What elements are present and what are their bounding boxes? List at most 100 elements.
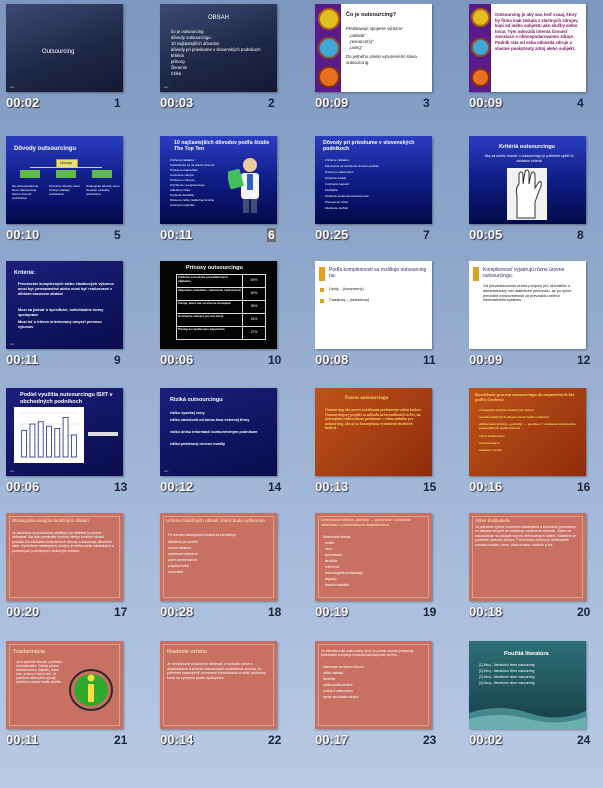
slide-bullet: Zníženie nákladov	[325, 158, 350, 162]
clock-icon	[471, 68, 490, 87]
slide-thumbnail[interactable]: Dôvody pri prieskume v slovenských podni…	[315, 136, 432, 224]
slide-cell[interactable]: Výber dodávateľa Je potrebné vybrať vhod…	[463, 511, 603, 631]
title-accent-bar	[473, 267, 479, 281]
slide-bullet: kvalita	[325, 541, 335, 545]
slide-cell[interactable]: OBSAH čo je outsourcing dôvody outsourci…	[154, 2, 294, 122]
slide-cell[interactable]: Určenie funkčných oblastí, ktoré budú vy…	[154, 511, 294, 631]
slide-bullet: čo je outsourcing	[171, 29, 204, 34]
slide-thumbnail[interactable]: Trasformácia Je to prechod činností z po…	[6, 641, 123, 729]
slide-thumbnail[interactable]: Kritériá: Prenesenie komplexných alebo č…	[6, 261, 123, 349]
slide-bullet: spoľahlivosť	[325, 553, 343, 557]
slide-body-text: Je nevyhnutné pravidelne sledovať a hodn…	[167, 662, 267, 680]
slide-timing: 00:11	[160, 227, 193, 242]
slide-bullet: flexibilita	[323, 677, 336, 681]
slide-cell[interactable]: Outsourcing je aký sav, keď vsaaj, ktorý…	[463, 2, 603, 122]
slide-thumbnail[interactable]: Riziká outsourcingu riziko vysokej ceny …	[160, 388, 277, 476]
slide-footer: ▪▪▪▪	[164, 85, 169, 89]
slide-cell[interactable]: Strategická analýza funkčných oblastí Je…	[0, 511, 140, 631]
slide-footer: ▪▪▪▪	[10, 342, 15, 346]
slide-thumbnail[interactable]: Podiel využitia outsourcingu IS/IT v obc…	[6, 388, 123, 476]
slide-bullet: očakávané zlepšenie	[168, 552, 198, 556]
slide-thumbnail[interactable]: Strategická analýza funkčných oblastí Je…	[6, 513, 123, 601]
slide-thumbnail[interactable]: Dôvody outsourcingu Dôvody Na obhospodar…	[6, 136, 123, 224]
slide-thumbnail[interactable]: Podľa komplexnosti sa rozlišuje outsourc…	[315, 261, 432, 349]
slide-number: 21	[114, 733, 128, 747]
bar-chart	[14, 407, 84, 463]
slide-thumbnail[interactable]: Rozdelenie procesu outsourcingu do seque…	[469, 388, 586, 476]
slide-cell[interactable]: Trasformácia Je to prechod činností z po…	[0, 639, 140, 759]
slide-title: 10 najčastejších dôvodov podľa štúdie Th…	[174, 140, 270, 152]
slide-thumbnail[interactable]: Proces outsourcingu Outsourcing ako proc…	[315, 388, 432, 476]
table-cell: Zdroje, ktoré nie sú interne dostupné	[178, 301, 231, 305]
slide-thumbnail[interactable]: Outsourcing ▪▪▪▪	[6, 4, 123, 92]
slide-cell[interactable]: Podiel využitia outsourcingu IS/IT v obc…	[0, 386, 140, 506]
slide-body-text: Je založená na podnikovej stratégii a je…	[12, 531, 114, 553]
slide-number: 8	[577, 228, 584, 242]
chart-legend	[88, 432, 118, 436]
slide-bullet: Uvoľnenie kapacít	[325, 182, 350, 186]
slide-cell[interactable]: Čo je outsourcing? Predstavuje spojenie …	[309, 2, 449, 122]
slide-number: 12	[577, 353, 591, 367]
slide-thumbnail[interactable]: Kritériá outsourcingu Aby sa mohlo hovor…	[469, 136, 586, 224]
slide-number: 15	[423, 480, 437, 494]
chart-bar	[21, 430, 28, 458]
slide-number: 20	[577, 605, 591, 619]
slide-bullet: úroveň nákladov	[168, 546, 192, 550]
slide-title: Rozdelenie procesu outsourcingu do seque…	[475, 392, 575, 403]
slide-body-text: Aby sa mohlo hovoriť o outsourcingu je p…	[484, 154, 574, 163]
slide-cell[interactable]: Proces outsourcingu Outsourcing ako proc…	[309, 386, 449, 506]
slide-cell[interactable]: Podľa komplexnosti sa rozlišuje outsourc…	[309, 259, 449, 379]
slide-cell[interactable]: Kritériá outsourcingu Aby sa mohlo hovor…	[463, 134, 603, 254]
slide-thumbnail[interactable]: Čo je outsourcing? Predstavuje spojenie …	[315, 4, 432, 92]
slide-timing: 00:08	[315, 352, 349, 367]
slide-cell[interactable]: Dôvody pri prieskume v slovenských podni…	[309, 134, 449, 254]
slide-cell[interactable]: Outsourcing ▪▪▪▪ 00:02 1	[0, 2, 140, 122]
slide-number: 4	[577, 96, 584, 110]
diagram-box	[92, 170, 112, 178]
slide-thumbnail[interactable]: Outsourcing je aký sav, keď vsaaj, ktorý…	[469, 4, 586, 92]
slide-bullet: dôvody pri prieskume v slovenských podni…	[171, 47, 261, 52]
slide-thumbnail[interactable]: Prínosy outsourcingu Zníženie a kontrola…	[160, 261, 277, 349]
slide-cell[interactable]: Riziká outsourcingu riziko vysokej ceny …	[154, 386, 294, 506]
clock-image-panel	[315, 4, 341, 92]
slide-thumbnail[interactable]: Riadenie vzťahu Je nevyhnutné pravidelne…	[160, 641, 277, 729]
slide-bullet: lepšie využívanie zdrojov	[323, 695, 359, 699]
slide-title: Kritériá:	[14, 270, 36, 276]
slide-cell[interactable]: Rozdelenie procesu outsourcingu do seque…	[463, 386, 603, 506]
slide-body-text: Outsourcing ako proces zavádzania predst…	[325, 408, 422, 431]
table-row: Prístup ku špičkovým kapacitám 27%	[177, 327, 265, 339]
slide-thumbnail[interactable]: Vo všeobecnosti outsourcing, ktorý je po…	[315, 641, 432, 729]
slide-bullet: referencie	[325, 565, 340, 569]
slide-thumbnail[interactable]: OBSAH čo je outsourcing dôvody outsourci…	[160, 4, 277, 92]
businessman-clipart-icon	[228, 158, 259, 213]
slide-thumbnail[interactable]: Použitá literatúra [1] Zdroj – literatúr…	[469, 641, 586, 729]
slide-cell[interactable]: Dôvody outsourcingu Dôvody Na obhospodar…	[0, 134, 140, 254]
slide-bullet: Zameranie sa na hlavnú činnosť podniku	[325, 164, 380, 168]
table-cell: 35%	[242, 301, 265, 313]
slide-cell[interactable]: Definovanie kritéria „partially → goodne…	[309, 511, 449, 631]
slide-cell[interactable]: Kritériá: Prenesenie komplexných alebo č…	[0, 259, 140, 379]
slide-thumbnail[interactable]: Výber dodávateľa Je potrebné vybrať vhod…	[469, 513, 586, 601]
slide-bullet: výber dodávateľa	[479, 434, 505, 438]
slide-cell[interactable]: Komplexnosť vyjadrujú rôzne úrovne outso…	[463, 259, 603, 379]
table-cell: 31%	[242, 314, 265, 326]
slide-thumbnail[interactable]: Komplexnosť vyjadrujú rôzne úrovne outso…	[469, 261, 586, 349]
slide-thumbnail[interactable]: Definovanie kritéria „partially → goodne…	[315, 513, 432, 601]
slide-number: 9	[114, 353, 121, 367]
slide-cell[interactable]: 10 najčastejších dôvodov podľa štúdie Th…	[154, 134, 294, 254]
slide-timing: 00:20	[6, 604, 40, 619]
slide-number: 19	[423, 605, 437, 619]
slide-bullet: Zvýšenie kvality	[325, 176, 347, 180]
slide-thumbnail[interactable]: Určenie funkčných oblastí, ktoré budú vy…	[160, 513, 277, 601]
slide-number: 10	[268, 353, 282, 367]
slide-cell[interactable]: Použitá literatúra [1] Zdroj – literatúr…	[463, 639, 603, 759]
table-row: Zdroje, ktoré nie sú interne dostupné 35…	[177, 301, 265, 314]
slide-timing: 00:19	[315, 604, 349, 619]
slide-cell[interactable]: Vo všeobecnosti outsourcing, ktorý je po…	[309, 639, 449, 759]
slide-thumbnail[interactable]: 10 najčastejších dôvodov podľa štúdie Th…	[160, 136, 277, 224]
slide-bullet: Prístup ku kapacitám	[170, 168, 199, 172]
slide-body-text: Predstavuje spojenie výrazov:	[346, 26, 404, 31]
slide-bullet: [4] Zdroj – literatúra k téme outsourcin…	[479, 681, 535, 685]
slide-cell[interactable]: Prínosy outsourcingu Zníženie a kontrola…	[154, 259, 294, 379]
slide-cell[interactable]: Riadenie vzťahu Je nevyhnutné pravidelne…	[154, 639, 294, 759]
